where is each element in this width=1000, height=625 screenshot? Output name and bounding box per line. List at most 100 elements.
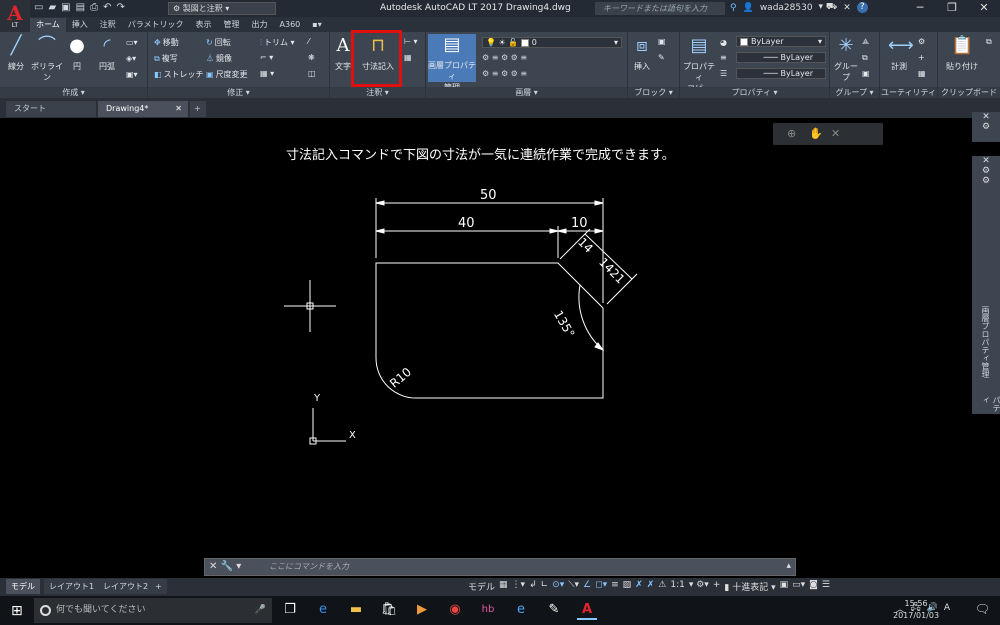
print-icon[interactable]: ⎙ xyxy=(90,2,98,13)
erase-icon[interactable]: ⁄ xyxy=(308,37,309,46)
fillet-icon[interactable]: ⌐ ▾ xyxy=(260,53,273,62)
open-file-icon[interactable]: ▰ xyxy=(48,2,56,13)
annotation-scale-value[interactable]: 1:1 xyxy=(670,580,684,593)
command-history-icon[interactable]: ▴ xyxy=(786,561,791,571)
paste-button[interactable]: 📋 貼り付け xyxy=(942,35,982,72)
pin-icon[interactable]: ⚙ xyxy=(972,176,1000,186)
new-file-icon[interactable]: ▭ xyxy=(34,2,43,13)
clipboard-panel-title[interactable]: クリップボード ▾ xyxy=(938,87,1000,108)
tab-home[interactable]: ホーム xyxy=(30,18,66,32)
trim-button[interactable]: ⫶ トリム ▾ xyxy=(260,37,295,48)
add-layout-button[interactable]: + xyxy=(150,579,167,594)
table-icon[interactable]: ▦ xyxy=(404,53,412,62)
measure-button[interactable]: ⟷ 計測 xyxy=(884,35,914,72)
move-button[interactable]: ✥ 移動 xyxy=(154,37,179,48)
modify-panel-title[interactable]: 修正 ▾ xyxy=(148,87,329,98)
ortho-icon[interactable]: ∟ xyxy=(541,580,549,593)
block-panel-title[interactable]: ブロック ▾ xyxy=(628,87,679,98)
autocad-taskbar-icon[interactable]: A xyxy=(577,600,597,620)
annotation-autoscale-icon[interactable]: ✗ xyxy=(647,580,655,593)
hardware-accel-icon[interactable]: ▭▾ xyxy=(792,580,805,593)
command-input[interactable]: ここにコマンドを入力 xyxy=(269,561,349,572)
layer-tools-row-2[interactable]: ⚙ ≡ ⚙ ⚙ ≡ xyxy=(482,69,527,78)
workspace-selector[interactable]: ⚙ 製図と注釈 ▾ xyxy=(168,2,276,15)
layers-panel-title[interactable]: 画層 ▾ xyxy=(426,87,627,98)
transparency-icon[interactable]: ▨ xyxy=(623,580,632,593)
create-block-icon[interactable]: ▣ xyxy=(658,37,666,46)
properties-panel-title[interactable]: プロパティ ▾ xyxy=(680,87,829,98)
model-space-toggle[interactable]: モデル xyxy=(468,580,495,593)
tab-manage[interactable]: 管理 xyxy=(218,18,246,32)
layer-properties-button[interactable]: ▤画層プロパティ管理 xyxy=(428,34,476,92)
close-tab-icon[interactable]: ✕ xyxy=(175,101,182,117)
paint-icon[interactable]: ✎ xyxy=(544,600,564,620)
file-explorer-icon[interactable]: ▬ xyxy=(346,600,366,620)
scale-button[interactable]: ▣ 尺度変更 xyxy=(206,69,248,80)
tab-insert[interactable]: 挿入 xyxy=(66,18,94,32)
tab-model[interactable]: モデル xyxy=(6,579,40,594)
save-icon[interactable]: ▣ xyxy=(61,2,70,13)
snap-icon[interactable]: ⋮▾ xyxy=(512,580,526,593)
linetype-dropdown[interactable]: ─── ByLayer xyxy=(736,68,826,79)
arc-button[interactable]: ◜ 円弧 xyxy=(92,35,122,72)
group-button[interactable]: ✳ グループ xyxy=(832,35,860,83)
palette-label-layers[interactable]: 画層プロパティ管理 xyxy=(980,306,991,378)
palette-controls-top[interactable]: ✕ ⚙ xyxy=(972,112,1000,142)
calculator-icon[interactable]: ▦ xyxy=(918,69,926,78)
command-line[interactable]: ✕ 🔧 ▾ ここにコマンドを入力 ▴ xyxy=(204,558,796,576)
tab-more-icon[interactable]: ▪▾ xyxy=(306,18,327,32)
annotation-scale-icon[interactable]: ⚠ xyxy=(658,580,666,593)
binoculars-icon[interactable]: ⚲ xyxy=(730,3,737,13)
exchange-icon[interactable]: ✕ xyxy=(843,3,851,13)
edit-block-icon[interactable]: ✎ xyxy=(658,53,665,62)
stretch-button[interactable]: ◧ ストレッチ xyxy=(154,69,204,80)
help-icon[interactable]: ? xyxy=(856,2,868,13)
application-menu-button[interactable]: A LT xyxy=(0,0,30,33)
line-button[interactable]: ╱ 線分 xyxy=(3,35,29,72)
task-view-icon[interactable]: ❐ xyxy=(280,600,300,620)
customize-icon[interactable]: ☰ xyxy=(822,580,830,593)
group-edit-icon[interactable]: ⧉ xyxy=(862,53,868,63)
minimize-button[interactable]: ─ xyxy=(904,0,936,17)
keyword-search-input[interactable]: キーワードまたは語句を入力 xyxy=(595,2,725,15)
media-player-icon[interactable]: ▶ xyxy=(412,600,432,620)
ime-indicator[interactable]: A xyxy=(944,603,950,613)
group-select-icon[interactable]: ▣ xyxy=(862,69,870,78)
array-icon[interactable]: ▦ ▾ xyxy=(260,69,274,78)
lineweight-dropdown[interactable]: ─── ByLayer xyxy=(736,52,826,63)
isolate-icon[interactable]: ▣ xyxy=(780,580,789,593)
units-label[interactable]: ▮ 十進表記 ▾ xyxy=(724,580,775,593)
workspace-switch-icon[interactable]: ▾ ⚙▾ xyxy=(689,580,709,593)
layer-tools-row-1[interactable]: ⚙ ≡ ⚙ ⚙ ≡ xyxy=(482,53,527,62)
cart-icon[interactable]: ▾ ⛟ xyxy=(819,2,838,13)
chrome-icon[interactable]: ◉ xyxy=(445,600,465,620)
microphone-icon[interactable]: 🎤 xyxy=(255,598,266,623)
maximize-button[interactable]: ❐ xyxy=(936,0,968,17)
polar-icon[interactable]: ⊙▾ xyxy=(552,580,564,593)
utilities-panel-title[interactable]: ユーティリティ ▾ xyxy=(880,87,937,108)
plus-icon[interactable]: + xyxy=(713,580,721,593)
tab-layout1[interactable]: レイアウト1 xyxy=(44,579,100,594)
internet-explorer-icon[interactable]: e xyxy=(511,600,531,620)
tab-a360[interactable]: A360 xyxy=(274,18,307,32)
tab-layout2[interactable]: レイアウト2 xyxy=(98,579,154,594)
color-dropdown[interactable]: ByLayer ▾ xyxy=(736,36,826,47)
osnap-tracking-icon[interactable]: ∠ xyxy=(583,580,591,593)
app-hb-icon[interactable]: hb xyxy=(478,600,498,620)
palette-label-properties[interactable]: プロパティ xyxy=(980,396,1000,414)
mirror-button[interactable]: ⏃ 鏡像 xyxy=(206,53,232,64)
save-as-icon[interactable]: ▤ xyxy=(76,2,85,13)
clean-screen-icon[interactable]: ◙ xyxy=(809,580,818,593)
username[interactable]: wada28530 xyxy=(760,3,813,13)
copy-button[interactable]: ⧉ 複写 xyxy=(154,53,178,64)
tab-start[interactable]: スタート xyxy=(6,101,96,117)
tab-parametric[interactable]: パラメトリック xyxy=(122,18,190,32)
region-icon[interactable]: ▣▾ xyxy=(126,70,138,79)
store-icon[interactable]: 🛍 xyxy=(379,600,399,620)
ungroup-icon[interactable]: ⟁ xyxy=(862,37,869,47)
insert-button[interactable]: ⧈ 挿入 xyxy=(630,35,654,72)
id-point-icon[interactable]: ⚙ xyxy=(918,37,925,46)
point-icon[interactable]: + xyxy=(918,53,925,62)
circle-button[interactable]: ● 円 xyxy=(64,35,90,72)
settings-icon[interactable]: ⚙ xyxy=(972,122,1000,132)
